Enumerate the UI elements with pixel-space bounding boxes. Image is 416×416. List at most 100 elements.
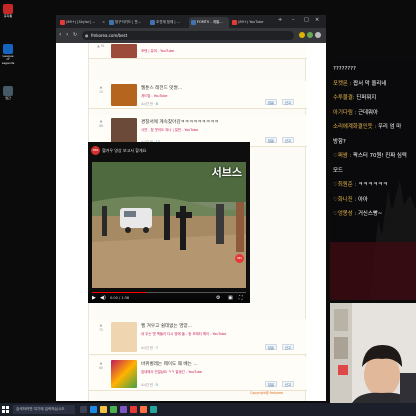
chat-username[interactable]: 포켓몬 :: [333, 81, 351, 87]
post-title[interactable]: 바퀴벌레는 웨이도 꽤 베는 ...: [141, 361, 198, 367]
recycle-bin-icon: [3, 4, 13, 14]
chat-text: 딘퍼뭐지: [356, 95, 377, 101]
chat-username[interactable]: ♡엉몽성 :: [333, 211, 356, 217]
chat-text: 팍스터 70원! 진짜 심력: [353, 153, 407, 159]
post-meta: 4시간 전 · 5: [141, 383, 158, 387]
post-thumbnail[interactable]: [111, 118, 137, 144]
close-icon[interactable]: ×: [102, 17, 105, 28]
new-tab-icon[interactable]: +: [278, 17, 282, 23]
chat-username[interactable]: 아기다림 :: [333, 110, 356, 116]
desktop-icon-recycle[interactable]: 휴지통: [1, 4, 15, 18]
url-input[interactable]: ● fmkorea.com/best: [82, 31, 294, 40]
windows-start-icon[interactable]: [2, 406, 9, 413]
app-icon[interactable]: [130, 406, 137, 413]
post-subtitle: 사연 - 참 웃어도 되나 | 일반 - YouTube: [141, 128, 199, 132]
post-thumbnail[interactable]: [111, 360, 137, 388]
taskbar-search-input[interactable]: 검색하려면 여기에 입력하십시오: [13, 405, 75, 414]
volume-icon[interactable]: ◀): [100, 295, 106, 301]
close-window-icon[interactable]: ×: [315, 17, 319, 23]
channel-logo[interactable]: SBS: [91, 146, 100, 155]
chat-message: ♡화니진 : 아아: [333, 193, 415, 208]
back-icon[interactable]: ‹: [59, 31, 61, 38]
post-title[interactable]: 경찰서에 계속찾아감ㅋㅋㅋㅋㅋㅋㅋㅋㅋ: [141, 119, 219, 125]
desktop-icon-label: 휴지통: [3, 14, 13, 18]
chat-username[interactable]: ♡쩌쌈 :: [333, 153, 351, 159]
chat-message: ♡엉몽성 : 거신스빵~: [333, 207, 415, 222]
webcam-feed: [330, 303, 416, 403]
post-thumbnail[interactable]: [111, 44, 137, 58]
list-item[interactable]: ▲ 51 포텐 | 유머 - YouTube: [89, 43, 307, 59]
reply-button[interactable]: 답글: [265, 99, 277, 105]
post-title[interactable]: 웹툰스 레전드 맛썰...: [141, 85, 182, 91]
taskbar: 검색하려면 여기에 입력하십시오: [0, 403, 416, 416]
desktop-icon-lol[interactable]: League of Legends: [1, 44, 15, 65]
desktop-icon-label: League of Legends: [1, 54, 15, 65]
chat-text: 모드: [333, 167, 343, 174]
post-thumbnail[interactable]: [111, 322, 137, 352]
chat-panel: ???????? 포켓몬 : 짭서 막 올리네 수투물결: 딘퍼뭐지 아기다림 : 근…: [333, 62, 415, 222]
edge-icon[interactable]: [90, 406, 97, 413]
chat-message: 모드: [333, 164, 415, 179]
play-icon[interactable]: ▶: [92, 295, 96, 301]
video-player[interactable]: SBS 헬겨우 영상 보고서 할게요 서브스 SBS ▶ ◀) 0:00 / 1…: [88, 142, 250, 303]
video-title[interactable]: 헬겨우 영상 보고서 할게요: [102, 148, 146, 154]
video-caption: 서브스: [211, 166, 242, 179]
reply-button[interactable]: 답글: [265, 381, 277, 387]
video-progress-bar[interactable]: [92, 292, 246, 293]
settings-icon[interactable]: ⚙: [216, 295, 220, 301]
vote-count: ▲ 15: [98, 85, 104, 95]
tab-youtube[interactable]: (89+) YouTube: [230, 17, 272, 28]
site-icon: [191, 20, 196, 25]
tab-youtube-skylor[interactable]: (89+) [Skylor] ... ×: [58, 17, 106, 28]
minimize-icon[interactable]: –: [292, 17, 295, 23]
video-progress-fill: [92, 292, 146, 293]
app-icon[interactable]: [120, 406, 127, 413]
extension-icon[interactable]: [307, 32, 313, 38]
post-subtitle: 개드립 - YouTube: [141, 94, 168, 98]
desktop-icon-misc[interactable]: 월간: [1, 86, 15, 100]
list-item[interactable]: ▲ 15 웹툰스 레전드 맛썰... 개드립 - YouTube 4시간 전 · …: [89, 81, 307, 109]
report-button[interactable]: 신고: [282, 99, 294, 105]
report-button[interactable]: 신고: [282, 344, 294, 350]
tab-fmkorea-2[interactable]: 초천재 정체 | ...: [148, 17, 188, 28]
extension-icon[interactable]: [299, 32, 305, 38]
chrome-icon[interactable]: [110, 406, 117, 413]
vote-count: ▲ 68: [98, 119, 104, 129]
lock-icon: ●: [85, 33, 89, 38]
video-time: 0:00 / 1:36: [110, 296, 130, 300]
menu-icon[interactable]: [315, 32, 321, 38]
tab-fmkorea-active[interactable]: FOMTV - 개발...: [189, 17, 229, 28]
vote-count: ▲ 75: [98, 323, 104, 333]
task-view-icon[interactable]: [80, 406, 87, 413]
report-button[interactable]: 신고: [282, 381, 294, 387]
youtube-icon: [60, 20, 65, 25]
reply-button[interactable]: 답글: [265, 137, 277, 143]
maximize-icon[interactable]: □: [304, 17, 309, 23]
chat-text: 아아: [357, 196, 368, 203]
post-thumbnail[interactable]: [111, 84, 137, 106]
tab-strip: (89+) [Skylor] ... × 방구석키드 | 웃... 초천재 정체 …: [56, 15, 326, 28]
chat-text: ㅋㅋㅋㅋㅋㅋ: [357, 182, 388, 188]
footer-copyright: Copyright@ fmkorea: [250, 391, 283, 395]
chat-username[interactable]: 수투물결:: [333, 95, 355, 101]
app-icon[interactable]: [150, 406, 157, 413]
report-button[interactable]: 신고: [282, 137, 294, 143]
fullscreen-icon[interactable]: ⛶: [239, 295, 243, 301]
post-title[interactable]: 헬 겨우고 쉴데없는 영양...: [141, 323, 192, 329]
tab-fmkorea-1[interactable]: 방구석키드 | 웃...: [107, 17, 147, 28]
reply-button[interactable]: 답글: [265, 344, 277, 350]
chat-message: 포켓몬 : 짭서 막 올리네: [333, 77, 415, 92]
file-explorer-icon[interactable]: [100, 406, 107, 413]
chat-username[interactable]: 소리에계화결인듯 :: [333, 124, 376, 130]
app-icon[interactable]: [140, 406, 147, 413]
reload-icon[interactable]: ↻: [73, 32, 77, 38]
youtube-logo-icon[interactable]: ▣: [228, 295, 233, 301]
chat-message: 방함?: [333, 135, 415, 150]
chat-username[interactable]: ♡화니진 :: [333, 197, 356, 203]
vote-count: ▲ 51: [97, 44, 105, 48]
list-item[interactable]: ▲ 75 헬 겨우고 쉴데없는 영양... 내 무슨 옛 벽돌이 다시 방에 들 …: [89, 319, 307, 355]
list-item[interactable]: ▲ 80 바퀴벌레는 웨이도 꽤 베는 ... 집대에서 친절상요 ㅋㅋ 잘생긴 …: [89, 357, 307, 391]
screen: 휴지통 League of Legends 월간 (89+) [Skylor] …: [0, 0, 416, 416]
forward-icon[interactable]: ›: [66, 31, 68, 38]
chat-username[interactable]: ♡최원준 :: [333, 182, 356, 188]
